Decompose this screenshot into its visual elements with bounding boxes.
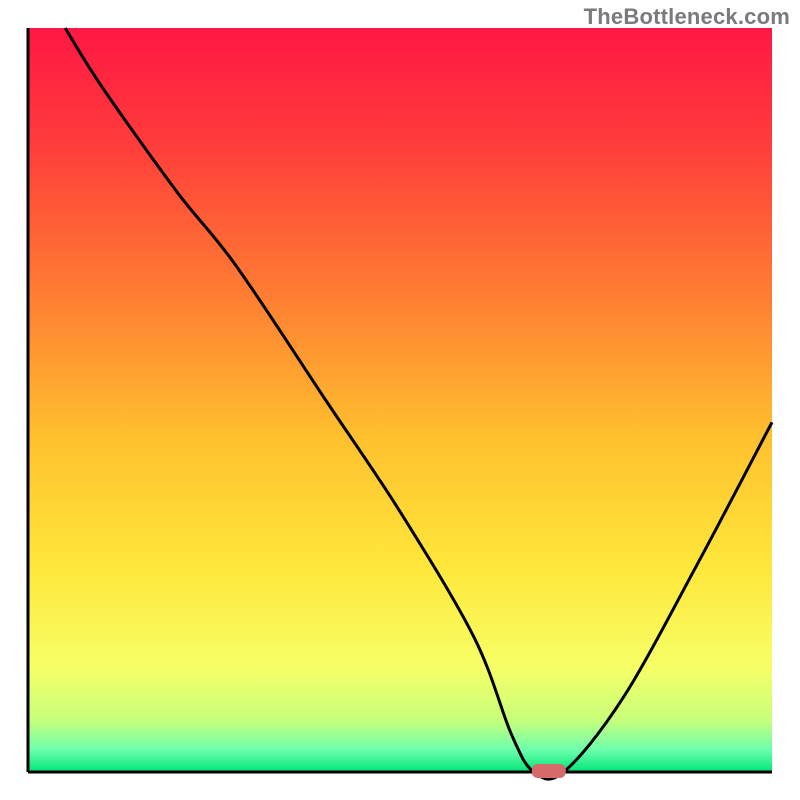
watermark-text: TheBottleneck.com	[584, 4, 790, 30]
bottleneck-chart: TheBottleneck.com	[0, 0, 800, 800]
chart-svg	[0, 0, 800, 800]
optimal-marker	[532, 764, 566, 778]
plot-area	[28, 28, 772, 779]
